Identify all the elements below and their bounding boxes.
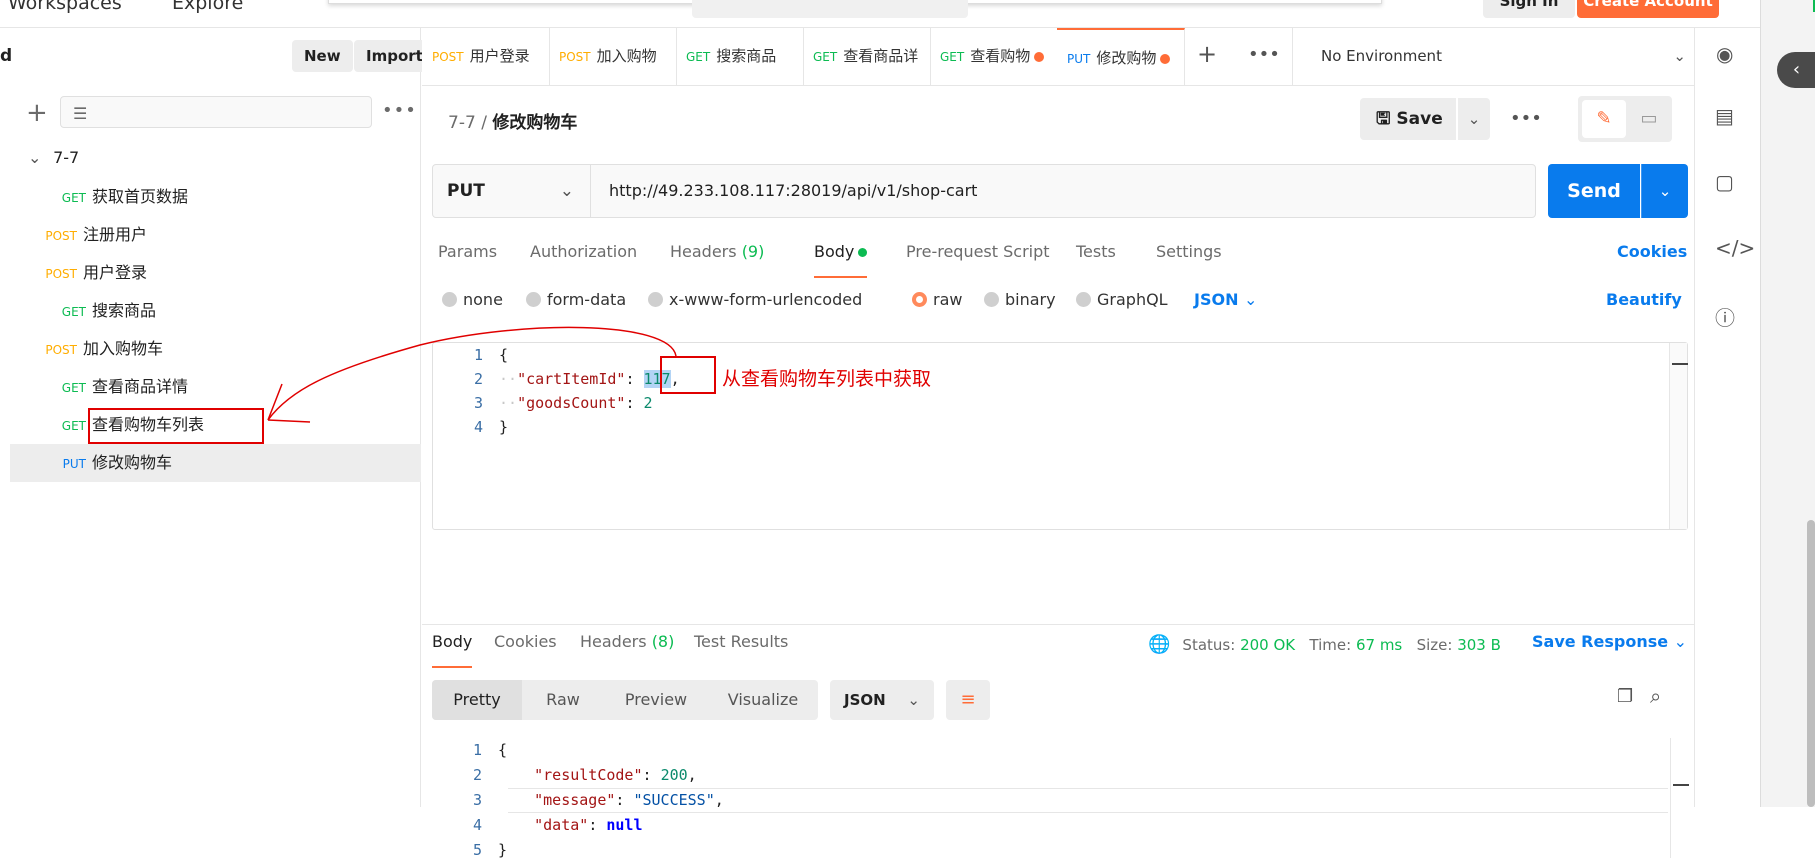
arrow-head-line <box>267 383 283 421</box>
arrow-head-line <box>267 419 311 423</box>
environment-quick-look-eye-icon[interactable]: ◉ <box>1716 42 1733 66</box>
page-scrollbar[interactable] <box>1807 520 1815 807</box>
json-key: "data" <box>534 816 589 834</box>
code-line: 4 "data": null <box>432 813 643 838</box>
annotation-arrow <box>267 326 677 423</box>
right-icon-rail: ▤ ▢ </> ⓘ <box>1694 28 1760 807</box>
json-value: null <box>606 816 643 834</box>
line-number: 5 <box>472 841 482 859</box>
code-line: 5} <box>432 838 507 863</box>
documentation-icon[interactable]: ▤ <box>1715 104 1734 128</box>
code-icon[interactable]: </> <box>1715 236 1755 260</box>
comments-icon[interactable]: ▢ <box>1715 170 1734 194</box>
collapse-chevron-left-icon[interactable]: ‹ <box>1777 52 1815 88</box>
window-edge-strip: ‹ <box>1760 0 1815 807</box>
line-number: 4 <box>472 816 482 834</box>
code-text: } <box>498 841 508 859</box>
arrow-curve <box>267 326 677 421</box>
info-icon[interactable]: ⓘ <box>1715 302 1735 331</box>
